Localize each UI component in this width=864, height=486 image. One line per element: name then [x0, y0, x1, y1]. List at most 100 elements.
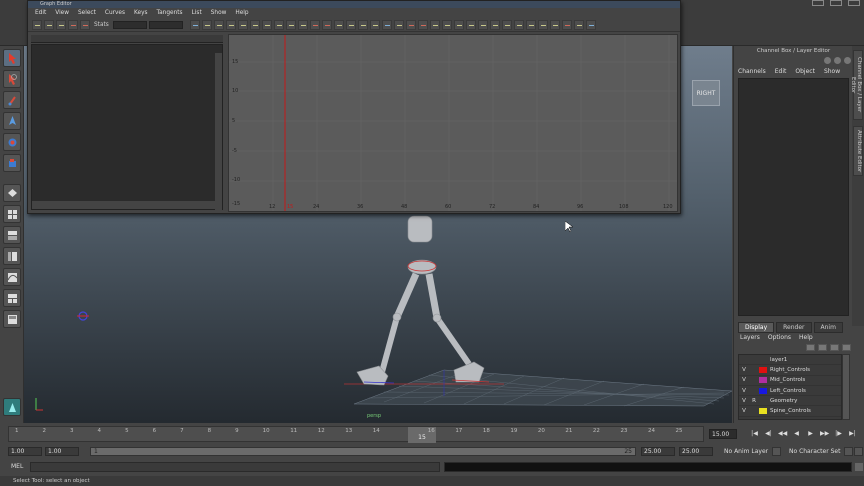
- unify-tangent-icon[interactable]: [321, 19, 332, 30]
- tab-display[interactable]: Display: [738, 322, 775, 333]
- dope-sheet-icon[interactable]: [525, 19, 536, 30]
- character-set-icon[interactable]: [844, 447, 853, 456]
- layer-visible-toggle[interactable]: V: [739, 377, 749, 383]
- flat-tangent-icon[interactable]: [273, 19, 284, 30]
- playback-end-field[interactable]: 25.00: [641, 447, 675, 456]
- free-weight-icon[interactable]: [333, 19, 344, 30]
- curve-view-icon[interactable]: [549, 19, 560, 30]
- range-bar[interactable]: 1 25: [90, 447, 636, 456]
- key-ticks-icon[interactable]: [561, 19, 572, 30]
- layer-row[interactable]: layer1: [739, 355, 841, 366]
- scale-tool-button[interactable]: [3, 154, 21, 172]
- plateau-tangent-icon[interactable]: [297, 19, 308, 30]
- preferences-icon[interactable]: [854, 447, 863, 456]
- menu-keys[interactable]: Keys: [134, 8, 148, 18]
- layer-color-swatch[interactable]: [759, 366, 767, 373]
- layer-row[interactable]: V Spine_Controls: [739, 406, 841, 417]
- menu-options[interactable]: Options: [768, 334, 791, 341]
- menu-layers[interactable]: Layers: [740, 334, 760, 341]
- break-tangent-icon[interactable]: [309, 19, 320, 30]
- auto-frame-icon[interactable]: [381, 19, 392, 30]
- anim-layer-dropdown-icon[interactable]: [772, 447, 781, 456]
- step-back-key-button[interactable]: ◀|: [764, 430, 773, 438]
- layer-color-swatch[interactable]: [759, 397, 767, 404]
- play-backwards-button[interactable]: ◀: [792, 430, 801, 438]
- new-layer-selected-icon[interactable]: [818, 344, 827, 351]
- tab-attribute-editor[interactable]: Attribute Editor: [853, 126, 863, 176]
- close-icon[interactable]: [848, 0, 860, 6]
- pre-infinity-icon[interactable]: [465, 19, 476, 30]
- tab-anim[interactable]: Anim: [813, 322, 843, 333]
- menu-tangents[interactable]: Tangents: [157, 8, 183, 18]
- graph-view[interactable]: 15 10 5 -5 -10 -15 12 15 24 36 48 60 72 …: [228, 34, 678, 212]
- step-tangent-icon[interactable]: [285, 19, 296, 30]
- settings-icon[interactable]: [824, 57, 831, 64]
- stats-frame-field[interactable]: [112, 20, 147, 29]
- layout-outliner-button[interactable]: [3, 247, 21, 265]
- list-view-icon[interactable]: [573, 19, 584, 30]
- play-forwards-button[interactable]: ▶: [806, 430, 815, 438]
- buffer-curve-icon[interactable]: [357, 19, 368, 30]
- layer-color-swatch[interactable]: [759, 377, 767, 384]
- anim-end-field[interactable]: 25.00: [679, 447, 713, 456]
- command-input[interactable]: [30, 462, 440, 472]
- outliner-filter-field[interactable]: [31, 35, 223, 43]
- playback-start-field[interactable]: 1.00: [45, 447, 79, 456]
- menu-help[interactable]: Help: [235, 8, 248, 18]
- go-to-start-button[interactable]: |◀: [750, 430, 759, 438]
- center-icon[interactable]: [225, 19, 236, 30]
- stats-value-field[interactable]: [148, 20, 183, 29]
- menu-view[interactable]: View: [55, 8, 69, 18]
- layer-visible-toggle[interactable]: V: [739, 388, 749, 394]
- move-up-icon[interactable]: [830, 344, 839, 351]
- layer-ref-toggle[interactable]: R: [749, 398, 759, 404]
- layer-row[interactable]: V Mid_Controls: [739, 376, 841, 386]
- post-infinity-icon[interactable]: [477, 19, 488, 30]
- time-slider-track[interactable]: 15 1 2 3 4 5 6 7 8 9 10 11 12 13 14 16 17 18 19 20 21 22 23 24…: [8, 426, 704, 443]
- layer-color-swatch[interactable]: [759, 387, 767, 394]
- tab-channel-box[interactable]: Channel Box / Layer Editor: [850, 50, 863, 120]
- menu-channels[interactable]: Channels: [738, 68, 766, 75]
- rotate-tool-button[interactable]: [3, 133, 21, 151]
- layout-hypershade-button[interactable]: [3, 289, 21, 307]
- menu-curves[interactable]: Curves: [105, 8, 125, 18]
- move-key-icon[interactable]: [32, 19, 42, 30]
- snapshot-icon[interactable]: [393, 19, 404, 30]
- anim-start-field[interactable]: 1.00: [8, 447, 42, 456]
- layout-single-button[interactable]: [3, 184, 21, 202]
- outliner-vscrollbar[interactable]: [215, 53, 222, 211]
- menu-object[interactable]: Object: [795, 68, 815, 75]
- layer-color-swatch[interactable]: [759, 408, 767, 415]
- oscillate-icon[interactable]: [513, 19, 524, 30]
- menu-list[interactable]: List: [192, 8, 202, 18]
- layout-persp-graph-button[interactable]: [3, 226, 21, 244]
- graph-editor-title[interactable]: Graph Editor: [28, 1, 680, 8]
- maximize-icon[interactable]: [830, 0, 842, 6]
- anim-layer-label[interactable]: No Anim Layer: [724, 448, 768, 455]
- region-icon[interactable]: [68, 19, 78, 30]
- menu-help[interactable]: Help: [799, 334, 813, 341]
- normalize-icon[interactable]: [441, 19, 452, 30]
- menu-show[interactable]: Show: [211, 8, 227, 18]
- frame-playback-icon[interactable]: [213, 19, 224, 30]
- trax-icon[interactable]: [537, 19, 548, 30]
- frame-all-icon[interactable]: [189, 19, 200, 30]
- insert-key-icon[interactable]: [44, 19, 54, 30]
- clamped-tangent-icon[interactable]: [249, 19, 260, 30]
- go-to-end-button[interactable]: ▶|: [848, 430, 857, 438]
- step-back-frame-button[interactable]: ◀◀: [778, 430, 787, 438]
- retime-icon[interactable]: [80, 19, 90, 30]
- layer-color-swatch[interactable]: [759, 356, 767, 363]
- layer-visible-toggle[interactable]: V: [739, 398, 749, 404]
- custom-tool-button[interactable]: [3, 398, 21, 416]
- channel-box-area[interactable]: [738, 78, 849, 316]
- layout-icon[interactable]: [585, 19, 596, 30]
- step-forward-key-button[interactable]: |▶: [834, 430, 843, 438]
- layout-script-button[interactable]: [3, 310, 21, 328]
- step-forward-frame-button[interactable]: ▶▶: [820, 430, 829, 438]
- command-language-label[interactable]: MEL: [11, 463, 23, 470]
- layout-four-button[interactable]: [3, 205, 21, 223]
- layer-row[interactable]: V Left_Controls: [739, 386, 841, 397]
- current-time-field[interactable]: 15.00: [709, 429, 737, 439]
- character-set-label[interactable]: No Character Set: [789, 448, 840, 455]
